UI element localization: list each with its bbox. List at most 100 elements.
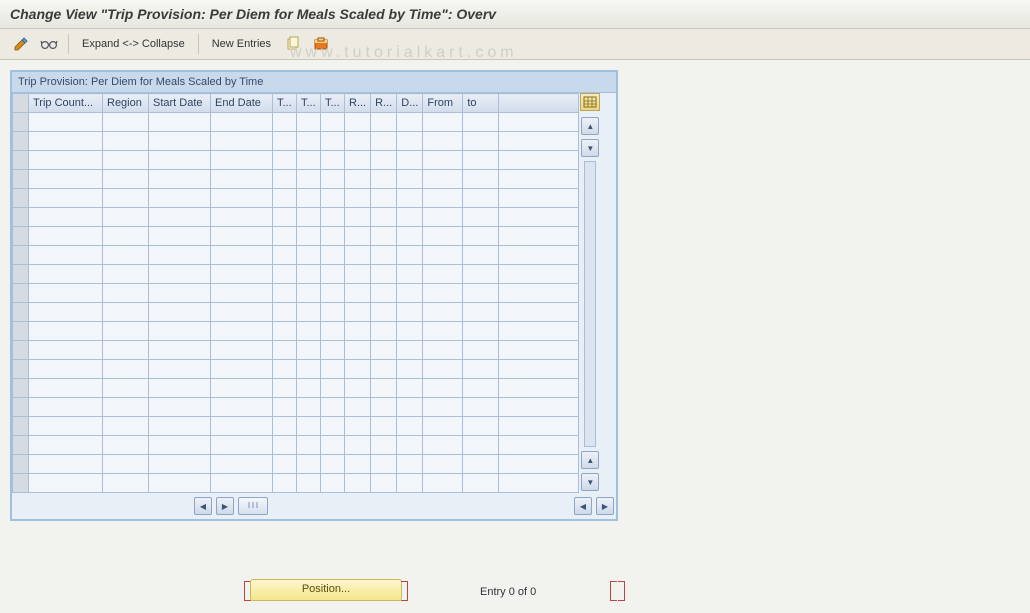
table-row[interactable] [13, 455, 579, 474]
grid-cell[interactable] [423, 132, 463, 151]
table-row[interactable] [13, 265, 579, 284]
column-header[interactable]: End Date [211, 94, 273, 113]
row-selector[interactable] [13, 151, 29, 170]
grid-cell[interactable] [321, 113, 345, 132]
row-selector[interactable] [13, 436, 29, 455]
grid-cell[interactable] [29, 151, 103, 170]
row-selector[interactable] [13, 265, 29, 284]
grid-cell[interactable] [345, 189, 371, 208]
grid-cell[interactable] [423, 417, 463, 436]
grid-cell[interactable] [371, 379, 397, 398]
grid-cell[interactable] [321, 398, 345, 417]
grid-cell[interactable] [463, 398, 499, 417]
grid-cell[interactable] [345, 265, 371, 284]
grid-cell[interactable] [273, 455, 297, 474]
grid-cell[interactable] [397, 227, 423, 246]
grid-cell[interactable] [211, 227, 273, 246]
grid-cell[interactable] [103, 170, 149, 189]
grid-cell[interactable] [29, 246, 103, 265]
grid-cell[interactable] [211, 436, 273, 455]
grid-cell[interactable] [321, 265, 345, 284]
table-row[interactable] [13, 189, 579, 208]
grid-cell[interactable] [321, 455, 345, 474]
table-row[interactable] [13, 322, 579, 341]
grid-cell[interactable] [211, 265, 273, 284]
table-row[interactable] [13, 208, 579, 227]
grid-cell[interactable] [273, 322, 297, 341]
grid-cell[interactable] [149, 284, 211, 303]
row-selector[interactable] [13, 379, 29, 398]
grid-cell[interactable] [499, 322, 579, 341]
table-row[interactable] [13, 360, 579, 379]
grid-cell[interactable] [297, 322, 321, 341]
grid-cell[interactable] [397, 208, 423, 227]
grid-cell[interactable] [345, 227, 371, 246]
grid-cell[interactable] [211, 284, 273, 303]
grid-cell[interactable] [273, 189, 297, 208]
grid-cell[interactable] [321, 284, 345, 303]
grid-cell[interactable] [273, 208, 297, 227]
row-selector[interactable] [13, 208, 29, 227]
grid-cell[interactable] [273, 132, 297, 151]
grid-cell[interactable] [397, 113, 423, 132]
grid-cell[interactable] [499, 113, 579, 132]
row-selector[interactable] [13, 341, 29, 360]
column-header[interactable]: From [423, 94, 463, 113]
grid-cell[interactable] [273, 417, 297, 436]
grid-cell[interactable] [423, 208, 463, 227]
row-selector[interactable] [13, 360, 29, 379]
grid-cell[interactable] [29, 417, 103, 436]
grid-cell[interactable] [211, 189, 273, 208]
row-selector[interactable] [13, 398, 29, 417]
grid-cell[interactable] [423, 170, 463, 189]
grid-cell[interactable] [423, 341, 463, 360]
grid-cell[interactable] [29, 265, 103, 284]
grid-cell[interactable] [499, 303, 579, 322]
grid-cell[interactable] [397, 436, 423, 455]
grid-cell[interactable] [321, 227, 345, 246]
grid-cell[interactable] [371, 151, 397, 170]
grid-cell[interactable] [371, 436, 397, 455]
grid-cell[interactable] [29, 455, 103, 474]
grid-cell[interactable] [423, 189, 463, 208]
grid-cell[interactable] [345, 417, 371, 436]
position-button[interactable]: Position... [250, 579, 402, 601]
grid-cell[interactable] [211, 455, 273, 474]
column-header[interactable]: T... [273, 94, 297, 113]
grid-cell[interactable] [149, 151, 211, 170]
grid-cell[interactable] [149, 265, 211, 284]
grid-cell[interactable] [273, 151, 297, 170]
grid-cell[interactable] [423, 113, 463, 132]
grid-cell[interactable] [397, 360, 423, 379]
table-row[interactable] [13, 284, 579, 303]
grid-cell[interactable] [29, 341, 103, 360]
grid-cell[interactable] [463, 360, 499, 379]
grid-cell[interactable] [345, 208, 371, 227]
grid-cell[interactable] [345, 474, 371, 493]
grid-cell[interactable] [463, 303, 499, 322]
row-selector[interactable] [13, 132, 29, 151]
grid-cell[interactable] [211, 113, 273, 132]
grid-cell[interactable] [499, 436, 579, 455]
grid-cell[interactable] [103, 417, 149, 436]
grid-cell[interactable] [463, 113, 499, 132]
grid-cell[interactable] [211, 303, 273, 322]
grid-cell[interactable] [463, 265, 499, 284]
table-row[interactable] [13, 379, 579, 398]
grid-cell[interactable] [423, 151, 463, 170]
grid-cell[interactable] [499, 132, 579, 151]
row-selector[interactable] [13, 170, 29, 189]
grid-cell[interactable] [211, 151, 273, 170]
grid-cell[interactable] [499, 417, 579, 436]
select-all-cell[interactable] [13, 94, 29, 113]
grid-cell[interactable] [371, 360, 397, 379]
copy-icon[interactable] [282, 33, 304, 55]
grid-cell[interactable] [29, 170, 103, 189]
grid-cell[interactable] [463, 379, 499, 398]
grid-cell[interactable] [297, 132, 321, 151]
grid-cell[interactable] [397, 341, 423, 360]
grid-cell[interactable] [397, 246, 423, 265]
grid-cell[interactable] [149, 379, 211, 398]
grid-cell[interactable] [211, 132, 273, 151]
change-view-icon[interactable] [10, 33, 32, 55]
